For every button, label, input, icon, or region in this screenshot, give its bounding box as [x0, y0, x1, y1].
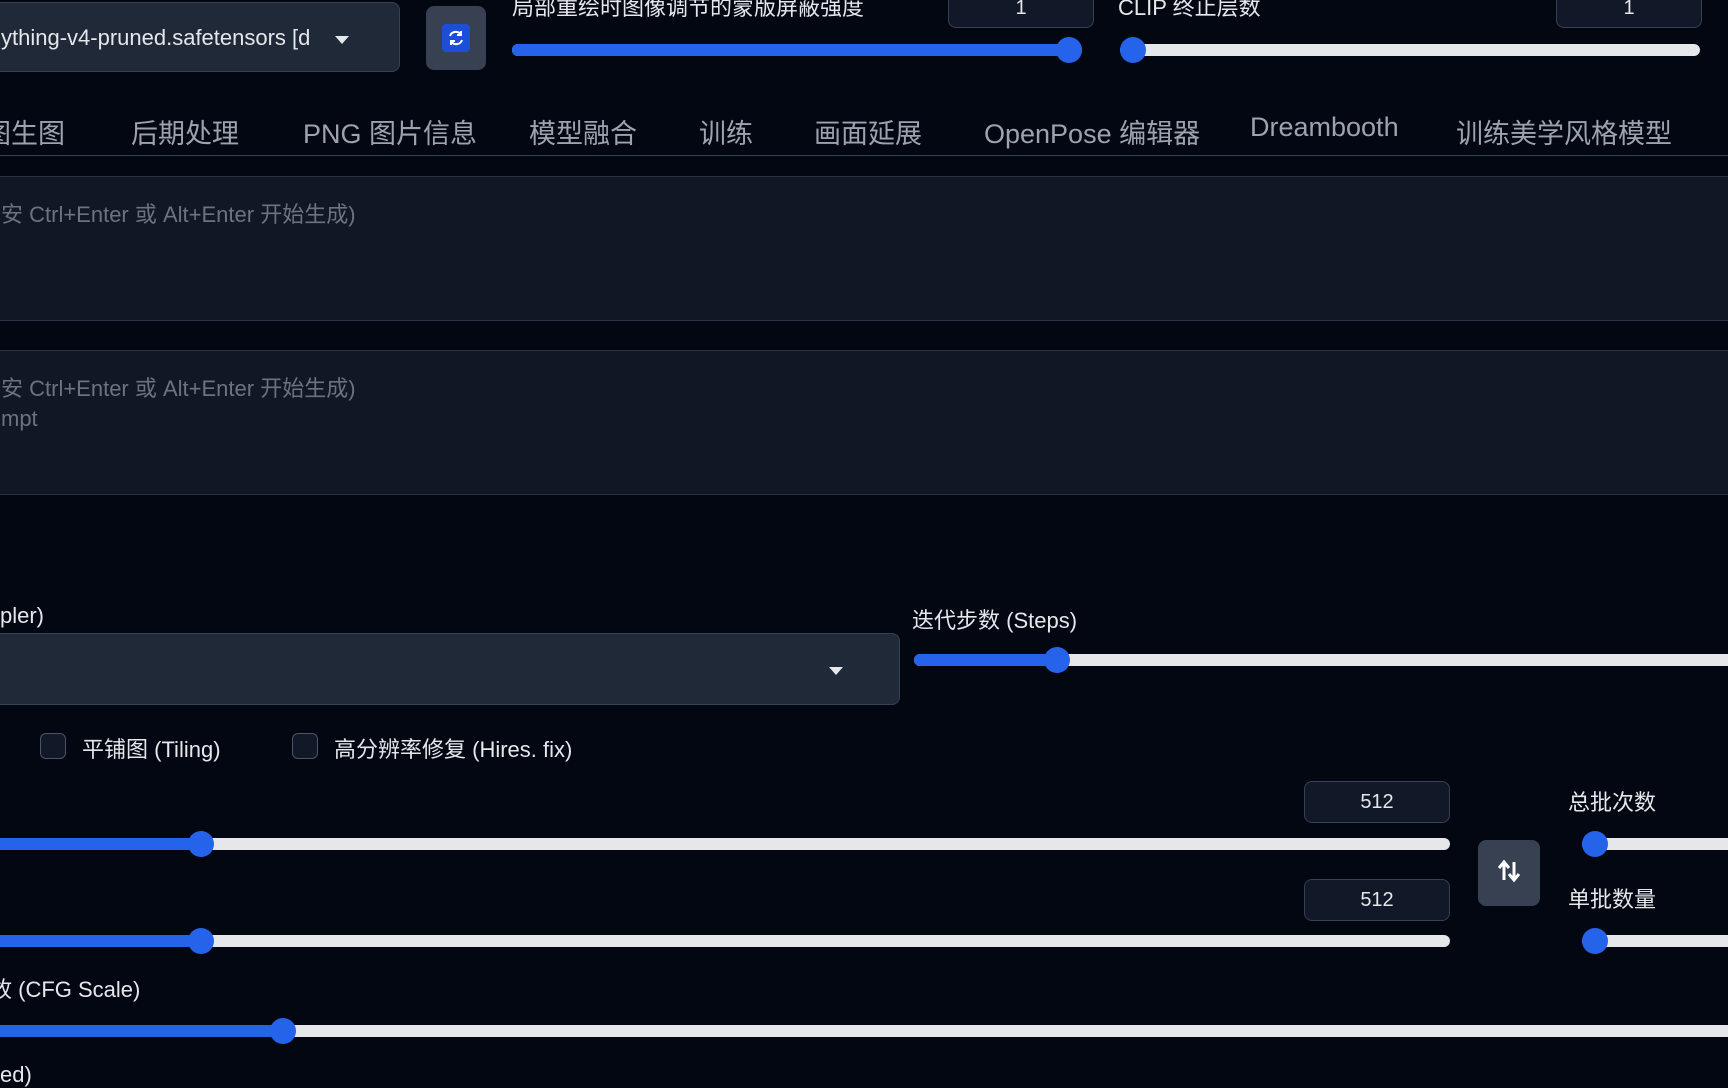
cfg-slider[interactable] [0, 1018, 1728, 1044]
width-input[interactable]: 512 [1304, 781, 1450, 823]
clip-skip-slider[interactable] [1120, 37, 1700, 63]
width-fill [0, 838, 201, 850]
chevron-down-icon [335, 36, 349, 44]
steps-slider[interactable] [914, 647, 1728, 673]
steps-handle[interactable] [1043, 647, 1070, 673]
steps-label: 迭代步数 (Steps) [912, 608, 1078, 633]
chevron-down-icon [829, 667, 843, 675]
steps-fill [914, 654, 1057, 666]
batch-count-slider[interactable] [1582, 831, 1728, 857]
mask-strength-slider[interactable] [512, 37, 1082, 63]
batch-size-slider[interactable] [1582, 928, 1728, 954]
negative-prompt-placeholder-1: 安 Ctrl+Enter 或 Alt+Enter 开始生成) [1, 376, 356, 401]
negative-prompt-placeholder-2: mpt [1, 406, 38, 431]
width-handle[interactable] [187, 831, 214, 857]
mask-strength-fill [512, 44, 1082, 56]
tab-6[interactable]: OpenPose 编辑器 [984, 112, 1200, 151]
swap-dimensions-button[interactable] [1478, 840, 1540, 906]
batch-size-label: 单批数量 [1568, 887, 1657, 912]
tab-4[interactable]: 训练 [699, 112, 753, 151]
batch-count-handle[interactable] [1582, 831, 1608, 857]
tiling-checkbox[interactable] [40, 733, 66, 759]
prompt-placeholder: 安 Ctrl+Enter 或 Alt+Enter 开始生成) [1, 202, 356, 227]
model-select-value: ything-v4-pruned.safetensors [d [1, 25, 311, 50]
prompt-input[interactable]: 安 Ctrl+Enter 或 Alt+Enter 开始生成) [0, 176, 1728, 321]
tab-5[interactable]: 画面延展 [814, 112, 922, 151]
tab-1[interactable]: 后期处理 [131, 112, 239, 151]
mask-strength-label: 局部重绘时图像调节的蒙版屏蔽强度 [512, 0, 865, 20]
width-slider[interactable] [0, 831, 1450, 857]
hires-fix-checkbox[interactable] [292, 733, 318, 759]
mask-strength-input[interactable]: 1 [948, 0, 1094, 28]
swap-icon [1496, 858, 1522, 889]
height-fill [0, 935, 201, 947]
sampler-label: pler) [0, 603, 45, 628]
tab-8[interactable]: 训练美学风格模型 [1456, 112, 1672, 151]
clip-skip-input[interactable]: 1 [1556, 0, 1702, 28]
batch-size-handle[interactable] [1582, 928, 1608, 954]
refresh-button[interactable] [426, 6, 486, 70]
sampler-select[interactable] [0, 633, 900, 705]
tab-0[interactable]: 图生图 [0, 112, 65, 151]
tiling-label: 平铺图 (Tiling) [82, 737, 221, 762]
tab-3[interactable]: 模型融合 [529, 112, 637, 151]
clip-skip-handle[interactable] [1120, 37, 1146, 63]
seed-label: ed) [0, 1062, 32, 1087]
tab-2[interactable]: PNG 图片信息 [303, 112, 477, 151]
negative-prompt-input[interactable]: 安 Ctrl+Enter 或 Alt+Enter 开始生成) mpt [0, 350, 1728, 495]
mask-strength-handle[interactable] [1056, 37, 1082, 63]
tab-7[interactable]: Dreambooth [1250, 112, 1399, 143]
cfg-label: 故 (CFG Scale) [0, 977, 141, 1002]
clip-skip-label: CLIP 终止层数 [1118, 0, 1261, 20]
cfg-handle[interactable] [269, 1018, 296, 1044]
model-select[interactable]: ything-v4-pruned.safetensors [d [0, 2, 400, 72]
height-input[interactable]: 512 [1304, 879, 1450, 921]
cfg-fill [0, 1025, 283, 1037]
height-slider[interactable] [0, 928, 1450, 954]
refresh-icon [442, 24, 470, 52]
height-handle[interactable] [187, 928, 214, 954]
tab-divider [0, 155, 1728, 156]
batch-count-label: 总批次数 [1568, 790, 1657, 815]
hires-fix-label: 高分辨率修复 (Hires. fix) [334, 737, 573, 762]
